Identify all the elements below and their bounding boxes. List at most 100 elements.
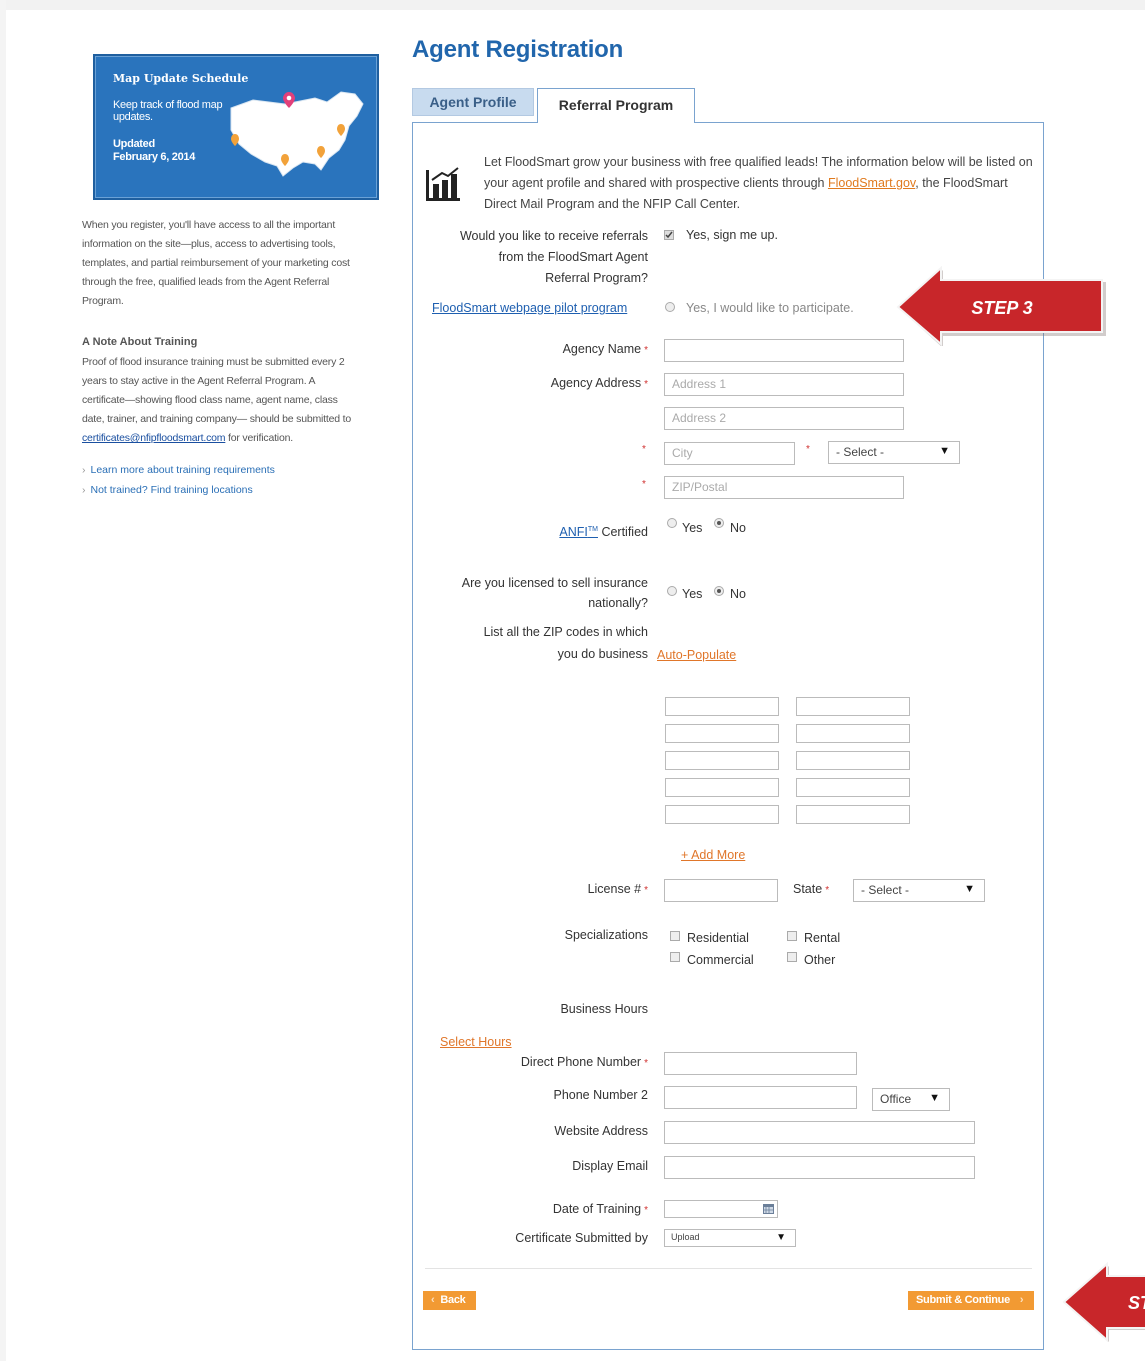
license-state-label: State * [793,882,829,896]
required-icon: * [644,1058,648,1069]
chevron-right-icon: › [1019,1294,1024,1306]
promo-text: Keep track of flood map updates. [113,99,223,123]
zip-code-input[interactable] [665,751,779,770]
zip-code-input[interactable] [665,778,779,797]
sidebar-intro-line: When you register, you'll have access to… [82,219,336,231]
license-input[interactable] [664,879,778,902]
dropdown-arrow-icon: ▼ [776,1232,786,1243]
zip-code-input[interactable] [665,697,779,716]
map-update-promo-banner[interactable]: Map Update Schedule Keep track of flood … [93,54,379,200]
back-button[interactable]: ‹ Back [423,1291,476,1310]
anfi-link[interactable]: ANFITM [559,525,598,539]
anfi-yes-radio[interactable] [667,518,677,528]
required-icon: * [825,885,830,896]
calendar-icon[interactable] [763,1204,774,1214]
other-checkbox[interactable] [787,952,797,962]
required-icon: * [644,345,648,356]
certificate-label: Certificate Submitted by [515,1231,648,1245]
display-email-input[interactable] [664,1156,975,1179]
training-email-link[interactable]: certificates@nfipfloodsmart.com [82,432,226,444]
us-map-icon [230,91,364,177]
licensed-no-radio[interactable] [714,586,724,596]
certificate-select[interactable]: Upload ▼ [664,1229,796,1247]
display-email-label: Display Email [572,1159,648,1173]
zip-codes-question: List all the ZIP codes in which you do b… [420,621,648,665]
bar-chart-icon [426,167,460,201]
zip-codes-line: List all the ZIP codes in which [483,625,648,639]
training-email-line: certificates@nfipfloodsmart.com for veri… [82,429,382,448]
required-icon: * [644,379,648,390]
referral-option-label: Yes, sign me up. [686,228,778,242]
license-state-select[interactable]: - Select - ▼ [853,879,985,902]
sidebar-intro: When you register, you'll have access to… [82,216,382,311]
label-text: Agency Name [562,342,642,356]
referral-question-line: from the FloodSmart Agent [498,250,648,264]
rental-checkbox[interactable] [787,931,797,941]
address1-input[interactable]: Address 1 [664,373,904,396]
label-text: License # [587,882,642,896]
select-value: Office [880,1092,912,1106]
label-text: State [793,882,823,896]
dropdown-arrow-icon: ▼ [929,1092,940,1104]
agency-address-label: Agency Address * [470,376,648,390]
address2-input[interactable]: Address 2 [664,407,904,430]
zip-input[interactable]: ZIP/Postal [664,476,904,499]
pilot-radio[interactable] [665,302,675,312]
commercial-label: Commercial [687,953,754,967]
tab-referral-program[interactable]: Referral Program [537,88,695,123]
licensed-yes-radio[interactable] [667,586,677,596]
button-label: Submit & Continue [916,1294,1010,1306]
training-line: certificate—showing flood class name, ag… [82,394,338,406]
zip-code-input[interactable] [796,724,910,743]
tab-agent-profile[interactable]: Agent Profile [412,88,534,116]
training-requirements-link[interactable]: › Learn more about training requirements [82,464,275,476]
training-line: Proof of flood insurance training must b… [82,356,345,368]
training-line: years to stay active in the Agent Referr… [82,375,316,387]
floodsmart-link[interactable]: FloodSmart.gov [828,176,915,190]
direct-phone-input[interactable] [664,1052,857,1075]
promo-updated: Updated February 6, 2014 [113,138,195,164]
link-text: Not trained? Find training locations [90,484,253,496]
anfi-suffix: Certified [597,525,648,539]
anfi-yes-label: Yes [682,521,703,535]
anfi-no-label: No [730,521,746,535]
other-label: Other [804,953,836,967]
training-locations-link[interactable]: › Not trained? Find training locations [82,484,253,496]
label-text: Direct Phone Number [520,1055,642,1069]
add-more-zip-link[interactable]: + Add More [681,848,745,862]
select-value: Upload [671,1232,700,1242]
button-label: Back [440,1294,466,1306]
residential-checkbox[interactable] [670,931,680,941]
training-line: date, trainer, and training company— sho… [82,413,351,425]
label-text: Agency Address [550,376,642,390]
zip-code-input[interactable] [796,778,910,797]
training-note: Proof of flood insurance training must b… [82,353,382,448]
phone2-input[interactable] [664,1086,857,1109]
submit-continue-button[interactable]: Submit & Continue › [908,1291,1034,1310]
website-input[interactable] [664,1121,975,1144]
zip-code-input[interactable] [796,697,910,716]
commercial-checkbox[interactable] [670,952,680,962]
zip-code-input[interactable] [665,724,779,743]
training-date-input[interactable] [664,1200,778,1218]
zip-code-input[interactable] [796,805,910,824]
city-input[interactable]: City [664,442,795,465]
zip-code-input[interactable] [796,751,910,770]
auto-populate-link[interactable]: Auto-Populate [657,648,736,662]
licensed-yes-label: Yes [682,587,703,601]
anfi-no-radio[interactable] [714,518,724,528]
agency-name-input[interactable] [664,339,904,362]
pilot-program-link[interactable]: FloodSmart webpage pilot program [432,301,627,315]
zip-code-input[interactable] [665,805,779,824]
residential-label: Residential [687,931,749,945]
referral-checkbox[interactable] [664,230,674,240]
promo-updated-date: February 6, 2014 [113,151,196,163]
state-select[interactable]: - Select - ▼ [828,441,960,464]
website-label: Website Address [554,1124,648,1138]
sidebar-intro-line: templates, and partial reimbursement of … [82,257,350,269]
select-hours-link[interactable]: Select Hours [440,1035,512,1049]
agency-name-label: Agency Name * [470,342,648,356]
required-icon: * [644,1205,648,1216]
step4-label: STEP 4 [1128,1293,1145,1313]
phone2-type-select[interactable]: Office ▼ [872,1088,950,1111]
